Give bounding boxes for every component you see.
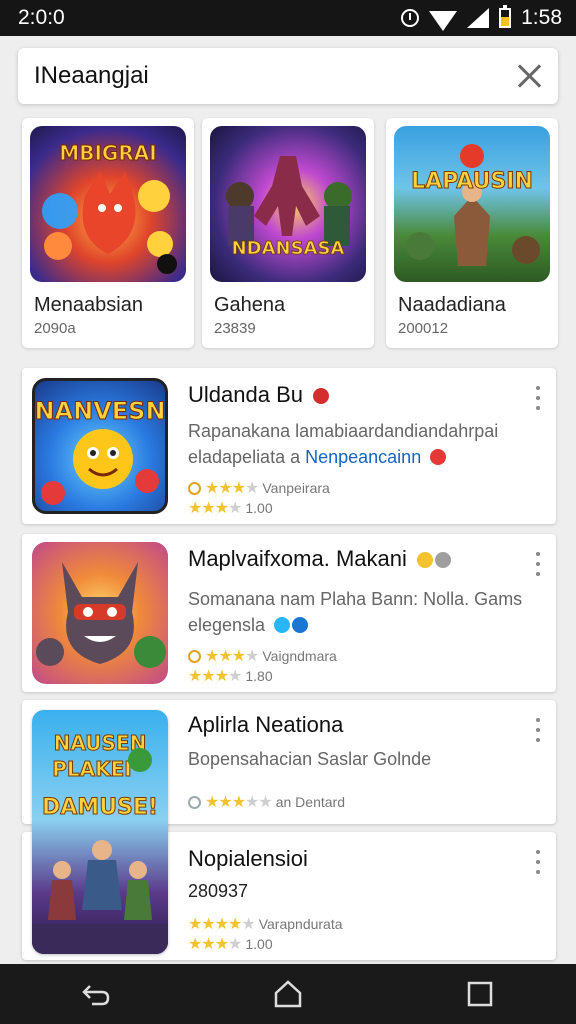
rating-label: Vanpeirara: [262, 480, 330, 496]
tile-count: 200012: [398, 320, 449, 337]
app-title-text: Uldanda Bu: [188, 382, 303, 407]
blue-badge-icon: [292, 617, 309, 633]
game-art: MBIGRAI: [42, 141, 177, 274]
rating-row: ★★★★ Vanpeirara: [188, 478, 330, 498]
app-art-title: DAMUSE!: [42, 795, 158, 820]
status-bar: 2:0:0 1:58: [0, 0, 576, 36]
status-icons: 1:58: [401, 5, 562, 31]
featured-tile[interactable]: NDANSASA Gahena 23839: [202, 118, 374, 348]
app-desc-line: eladapeliata a Nenpeancainn: [188, 444, 528, 470]
status-time-right: 1:58: [521, 6, 562, 29]
app-description: Rapanakana lamabiaardandiandahrpai elada…: [188, 418, 528, 470]
app-art-title: PLAKEI: [52, 757, 131, 781]
game-thumbnail: LAPAUSIN: [394, 126, 550, 282]
star-rating-icon: ★★★★: [188, 668, 242, 685]
rating-label: an Dentard: [275, 794, 345, 810]
app-title: Uldanda Bu: [188, 382, 330, 408]
app-desc-link[interactable]: Nenpeancainn: [305, 447, 421, 467]
rating-row: ★★★★ 1.00: [188, 934, 273, 954]
home-icon: [274, 980, 302, 1008]
back-button[interactable]: [76, 974, 116, 1014]
search-input[interactable]: INeaangjai: [34, 62, 516, 90]
game-thumbnail: NANVESN: [32, 378, 168, 514]
tile-count: 2090a: [34, 320, 76, 337]
tile-art-title: NDANSASA: [232, 238, 345, 259]
app-desc-line: Rapanakana lamabiaardandiandahrpai: [188, 421, 499, 441]
rating-row: ★★★★★ Varapndurata: [188, 914, 343, 934]
tile-art-title: MBIGRAI: [59, 141, 156, 165]
star-rating-icon: ★★★★★: [205, 794, 273, 811]
app-art-title: NANVESN: [35, 397, 165, 425]
game-thumbnail: [32, 542, 168, 684]
tile-name: Gahena: [214, 294, 286, 316]
rating-circle-icon: [188, 795, 201, 809]
game-art: NDANSASA: [226, 156, 352, 259]
search-bar[interactable]: INeaangjai: [18, 48, 558, 104]
star-rating-icon: ★★★★: [205, 648, 259, 665]
close-icon[interactable]: [516, 63, 542, 89]
app-desc-prefix: eladapeliata a: [188, 447, 306, 467]
rating-circle-icon: [188, 481, 201, 495]
tile-art-title: LAPAUSIN: [411, 169, 533, 194]
rating-value: 1.00: [245, 500, 273, 516]
rating-row: ★★★★★ an Dentard: [188, 792, 345, 812]
alarm-icon: [401, 9, 420, 27]
recents-button[interactable]: [460, 974, 500, 1014]
star-rating-icon: ★★★★★: [188, 916, 256, 933]
rating-row: ★★★★ Vaigndmara: [188, 646, 337, 666]
rating-row: ★★★★ 1.00: [188, 498, 273, 518]
back-icon: [82, 985, 110, 1006]
game-thumbnail: MBIGRAI: [30, 126, 186, 282]
app-description: Bopensahacian Saslar Golnde: [188, 746, 548, 772]
app-title: Aplirla Neationa: [188, 712, 344, 737]
gear-badge-icon: [435, 552, 451, 568]
featured-tile[interactable]: LAPAUSIN Naadadiana 200012: [386, 118, 558, 348]
app-count: 280937: [188, 881, 249, 901]
more-options-icon[interactable]: [536, 718, 540, 742]
blue-badge-icon: [274, 617, 291, 633]
more-options-icon[interactable]: [536, 386, 540, 410]
rating-row: ★★★★ 1.80: [188, 666, 273, 686]
rating-circle-icon: [188, 649, 201, 663]
battery-icon: [499, 5, 512, 28]
rating-value: 1.80: [245, 668, 273, 684]
game-art: [36, 562, 166, 668]
red-dot-icon: [430, 449, 447, 465]
game-thumbnail: NDANSASA: [210, 126, 366, 282]
star-rating-icon: ★★★★: [188, 500, 242, 517]
recents-icon: [467, 981, 493, 1007]
app-title: Maplvaifxoma. Makani: [188, 546, 451, 572]
app-list-item[interactable]: NANVESN Uldanda Bu Rapanakana lamabiaard…: [22, 368, 556, 524]
home-button[interactable]: [268, 974, 308, 1014]
star-rating-icon: ★★★★: [188, 936, 242, 953]
signal-icon: [467, 8, 490, 28]
star-rating-icon: ★★★★: [205, 480, 259, 497]
game-art: LAPAUSIN: [406, 144, 540, 266]
tile-name: Menaabsian: [34, 294, 143, 316]
tile-name: Naadadiana: [398, 294, 506, 316]
app-desc-prefix: elegensla: [188, 615, 266, 635]
emoji-badge-icon: [417, 552, 433, 568]
app-desc-line: elegensla: [188, 612, 538, 638]
wifi-icon: [429, 11, 458, 31]
heart-badge-icon: [313, 388, 330, 404]
tile-count: 23839: [214, 320, 256, 337]
game-art: NANVESN: [35, 397, 165, 505]
more-options-icon[interactable]: [536, 850, 540, 874]
app-list-item[interactable]: Maplvaifxoma. Makani Somanana nam Plaha …: [22, 534, 556, 692]
rating-value: 1.00: [245, 936, 273, 952]
app-title-text: Maplvaifxoma. Makani: [188, 546, 407, 571]
navigation-bar: [0, 964, 576, 1024]
game-thumbnail: NAUSEN PLAKEI DAMUSE!: [32, 710, 168, 954]
rating-label: Varapndurata: [258, 916, 343, 932]
app-desc-line: Somanana nam Plaha Bann: Nolla. Gams: [188, 589, 523, 609]
app-desc-line: Bopensahacian Saslar Golnde: [188, 749, 432, 769]
app-title: Nopialensioi: [188, 846, 308, 871]
app-description: Somanana nam Plaha Bann: Nolla. Gams ele…: [188, 586, 538, 638]
more-options-icon[interactable]: [536, 552, 540, 576]
rating-label: Vaigndmara: [262, 648, 337, 664]
status-time-left: 2:0:0: [18, 6, 65, 29]
featured-tile[interactable]: MBIGRAI Menaabsian 2090a: [22, 118, 194, 348]
game-art: NAUSEN PLAKEI DAMUSE!: [32, 731, 168, 954]
